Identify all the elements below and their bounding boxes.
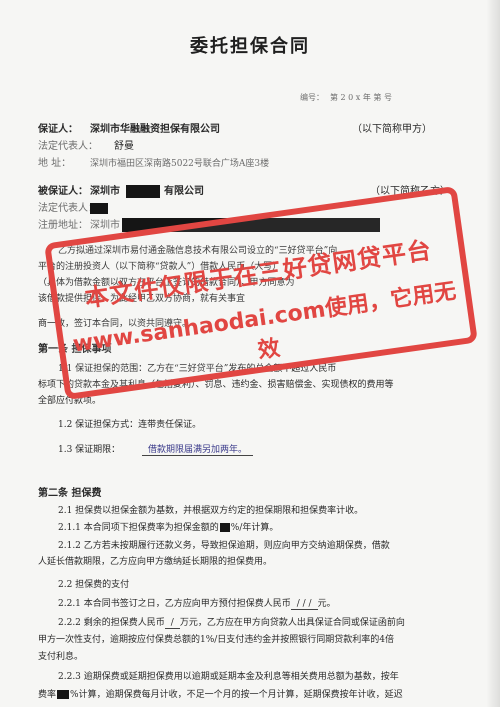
page-edge-shadow: [486, 0, 500, 707]
redaction-fee-rate: [219, 523, 230, 532]
section-2-2-3-tail: %计算，逾期保费每月计收，不足一个月的按一个月计算，延期保费按年计收，延迟: [70, 690, 403, 700]
section-2-2-3-prefix: 费率: [38, 690, 57, 700]
section-2-2-2-text: 2.2.2 剩余的担保费人民币: [58, 618, 165, 628]
section-2-2-1: 2.2.1 本合同书签订之日，乙方应向甲方预付担保费人民币 / / / 元。: [58, 598, 336, 610]
section-2-1-2-cont: 人延长借款期限，乙方应向甲方缴纳延长期限的担保费用。: [38, 557, 273, 567]
section-2-2: 2.2 担保费的支付: [58, 580, 130, 590]
guaranteed-address-prefix: 深圳市: [90, 220, 120, 231]
section-2-1-1-tail: %/年计算。: [230, 523, 279, 533]
section-2-1-1-text: 2.1.1 本合同项下担保费率为担保金额的: [58, 523, 219, 533]
guaranteed-name-prefix: 深圳市: [90, 186, 120, 197]
section-2-2-2-tail: 万元，乙方应在甲方向贷款人出具保证合同或保证函前向: [179, 618, 405, 628]
remaining-fee-value: /: [164, 618, 180, 629]
guarantor-legal-rep: 舒曼: [114, 141, 134, 152]
guarantor-address-label: 地 址：: [38, 158, 72, 169]
prepaid-fee-value: / / /: [290, 599, 318, 610]
guaranteed-label: 被保证人：: [38, 186, 88, 197]
section-2-heading: 第二条 担保费: [38, 488, 102, 499]
guarantor-note: （以下简称甲方）: [352, 124, 432, 135]
guarantor-address: 深圳市福田区深南路5022号联合广场A座3楼: [90, 159, 270, 169]
contract-page: 委托担保合同 编号： 第 2 0 x 年 第 号 保证人： 深圳市华融融资担保有…: [0, 0, 500, 707]
section-2-2-1-text: 2.2.1 本合同书签订之日，乙方应向甲方预付担保费人民币: [58, 599, 291, 609]
section-2-1-1: 2.1.1 本合同项下担保费率为担保金额的 %/年计算。: [58, 522, 278, 534]
contract-number-label: 编号：: [300, 93, 324, 102]
guarantor-label: 保证人：: [38, 124, 78, 135]
section-1-3-label: 1.3 保证期限：: [58, 445, 121, 455]
redaction-legal-rep: [90, 203, 108, 214]
section-1-3-value: 借款期限届满另加两年。: [142, 444, 254, 456]
contract-number: 第 2 0 x 年 第 号: [330, 93, 392, 102]
section-2-2-3: 2.2.3 逾期保费或延期担保费用以逾期或延期本金及利息等相关费用总额为基数，按…: [58, 672, 399, 682]
redaction-overdue-rate: [57, 690, 70, 699]
guarantee-period: 借款期限届满另加两年。: [142, 445, 254, 456]
section-2-2-2: 2.2.2 剩余的担保费人民币 / 万元，乙方应在甲方向贷款人出具保证合同或保证函前…: [58, 617, 405, 629]
section-1-2: 1.2 保证担保方式：连带责任保证。: [58, 420, 202, 430]
document-title: 委托担保合同: [190, 36, 310, 57]
guarantor-name: 深圳市华融融资担保有限公司: [90, 124, 220, 135]
section-2-2-2-end: 支付利息。: [38, 652, 84, 662]
redaction-company-name: [126, 185, 160, 198]
guarantor-legal-rep-label: 法定代表人：: [38, 141, 98, 152]
watermark-stamp: 本文件仅限于在三好贷网贷平台 www.sanhaodai.com使用，它用无效: [44, 185, 478, 401]
section-2-2-2-cont: 甲方一次性支付，逾期按应付保费总额的1%/日支付违约金并按照银行同期贷款利率的4…: [38, 635, 395, 645]
guaranteed-name-suffix: 有限公司: [164, 186, 204, 197]
section-2-2-1-tail: 元。: [317, 599, 336, 609]
guaranteed-legal-rep-label: 法定代表人：: [38, 203, 98, 214]
section-2-2-3-cont: 费率 %计算，逾期保费每月计收，不足一个月的按一个月计算，延期保费按年计收，延迟: [38, 689, 403, 701]
section-2-1: 2.1 担保费以担保金额为基数，并根据双方约定的担保期限和担保费率计收。: [58, 506, 364, 516]
guaranteed-address-label: 注册地址：: [38, 220, 88, 231]
section-2-1-2: 2.1.2 乙方若未按期履行还款义务，导致担保逾期，则应向甲方交纳逾期保费，借款: [58, 541, 390, 551]
